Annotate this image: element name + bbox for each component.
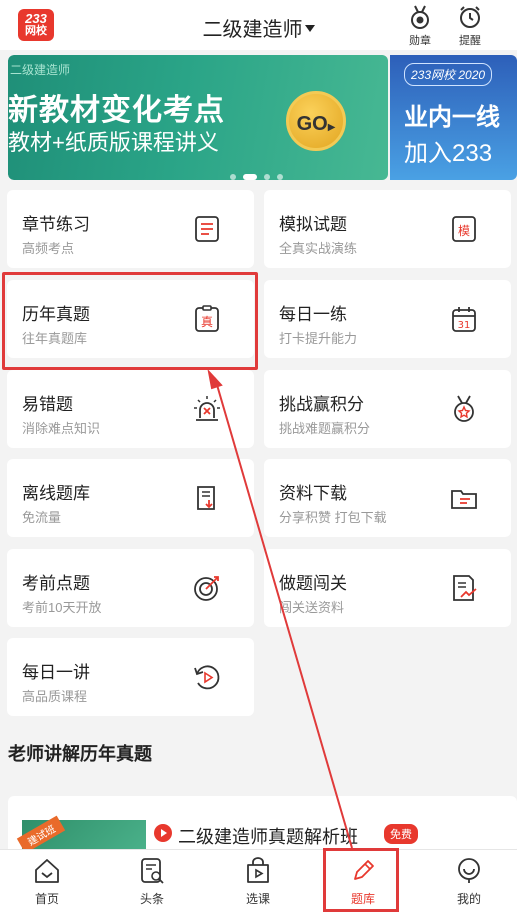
remind-button[interactable]: 提醒 — [452, 4, 488, 48]
promo-banner[interactable]: 二级建造师 新教材变化考点 教材+纸质版课程讲义 GO▶ 233网校 2020 … — [8, 55, 517, 180]
card-title: 考前点题 — [22, 574, 90, 593]
card-subtitle: 消除难点知识 — [22, 421, 101, 436]
card-material-download[interactable]: 资料下载 分享积赞 打包下载 — [264, 459, 511, 537]
caret-down-icon[interactable] — [304, 25, 315, 33]
nav-profile[interactable]: 我的 — [439, 856, 499, 907]
exam-title[interactable]: 二级建造师 — [203, 19, 303, 41]
mock-exam-icon: 模 — [452, 216, 476, 242]
home-icon — [35, 859, 59, 883]
course-card[interactable]: 建试班 二级建造师真题解析班 免费 — [8, 796, 517, 854]
alarm-icon — [194, 396, 220, 421]
banner-headline: 新教材变化考点 — [8, 94, 225, 127]
exam-selector[interactable]: 二级建造师 — [0, 13, 517, 42]
card-subtitle: 高品质课程 — [22, 689, 88, 704]
highlight-box-past-exams — [2, 272, 258, 370]
nav-label: 头条 — [139, 892, 164, 906]
replay-icon — [194, 665, 220, 690]
banner-next-line1: 业内一线 — [404, 104, 500, 131]
banner-subline: 教材+纸质版课程讲义 — [8, 130, 219, 155]
calendar-icon-text: 31 — [458, 320, 471, 331]
card-subtitle: 考前10天开放 — [22, 600, 102, 615]
nav-label: 选课 — [245, 892, 270, 906]
card-error-prone[interactable]: 易错题 消除难点知识 — [7, 370, 254, 448]
card-subtitle: 打卡提升能力 — [279, 331, 358, 346]
top-header: 233 网校 二级建造师 勋章 提醒 — [0, 0, 517, 50]
card-subtitle: 全真实战演练 — [279, 241, 358, 256]
card-subtitle: 挑战难题赢积分 — [279, 421, 371, 436]
nav-news[interactable]: 头条 — [122, 856, 182, 907]
nav-home[interactable]: 首页 — [17, 856, 77, 907]
card-subtitle: 闯关送资料 — [279, 600, 345, 615]
card-pre-exam-tips[interactable]: 考前点题 考前10天开放 — [7, 549, 254, 627]
medal-button[interactable]: 勋章 — [402, 4, 438, 48]
download-doc-icon — [197, 486, 215, 510]
card-title: 离线题库 — [22, 484, 90, 503]
course-bag-icon — [247, 857, 269, 883]
calendar-icon: 31 — [452, 307, 476, 332]
card-daily-practice[interactable]: 每日一练 打卡提升能力 31 — [264, 280, 511, 358]
banner-go-button[interactable]: GO▶ — [286, 91, 346, 151]
free-badge: 免费 — [384, 824, 418, 844]
remind-label: 提醒 — [459, 35, 481, 47]
banner-next-line2: 加入233 — [404, 140, 493, 167]
chart-doc-icon — [453, 575, 477, 601]
nav-label: 我的 — [456, 892, 481, 906]
highlight-box-nav-question-bank — [323, 848, 399, 912]
banner-slide-next[interactable]: 233网校 2020 业内一线 加入233 — [390, 55, 517, 180]
profile-icon — [458, 858, 480, 883]
mock-icon-text: 模 — [458, 224, 470, 238]
card-daily-lecture[interactable]: 每日一讲 高品质课程 — [7, 638, 254, 716]
card-mock-exam[interactable]: 模拟试题 全真实战演练 模 — [264, 190, 511, 268]
banner-slide-main[interactable]: 二级建造师 新教材变化考点 教材+纸质版课程讲义 GO▶ — [8, 55, 388, 180]
nav-courses[interactable]: 选课 — [228, 856, 288, 907]
banner-pagination — [230, 168, 290, 180]
course-title[interactable]: 二级建造师真题解析班 — [178, 823, 358, 849]
banner-tag: 二级建造师 — [10, 63, 71, 77]
banner-dot-active[interactable] — [243, 173, 257, 180]
medal-icon — [411, 5, 429, 29]
banner-next-logo: 233网校 2020 — [404, 63, 493, 86]
card-subtitle: 高频考点 — [22, 241, 75, 256]
list-doc-icon — [195, 216, 219, 242]
play-icon[interactable] — [154, 824, 172, 842]
card-title: 每日一讲 — [22, 663, 90, 682]
banner-dot[interactable] — [277, 173, 283, 180]
card-title: 章节练习 — [22, 215, 90, 234]
news-icon — [141, 858, 164, 884]
card-title: 模拟试题 — [279, 215, 347, 234]
nav-label: 首页 — [34, 892, 59, 906]
target-icon — [194, 576, 219, 601]
card-offline-bank[interactable]: 离线题库 免流量 — [7, 459, 254, 537]
card-subtitle: 免流量 — [22, 510, 62, 525]
card-title: 易错题 — [22, 395, 73, 414]
card-subtitle: 分享积赞 打包下载 — [279, 510, 387, 525]
folder-icon — [451, 490, 477, 509]
alarm-clock-icon — [460, 6, 480, 28]
card-title: 做题闯关 — [279, 574, 347, 593]
thumb-label: 建试班 — [16, 815, 66, 854]
card-level-challenge[interactable]: 做题闯关 闯关送资料 — [264, 549, 511, 627]
card-title: 资料下载 — [279, 484, 347, 503]
go-label: GO — [296, 113, 328, 135]
bottom-nav: 首页 头条 选课 题库 我的 — [0, 849, 517, 915]
banner-dot[interactable] — [230, 173, 236, 180]
banner-dot[interactable] — [264, 173, 270, 180]
section-title: 老师讲解历年真题 — [8, 744, 152, 764]
card-title: 每日一练 — [279, 305, 347, 324]
card-chapter-practice[interactable]: 章节练习 高频考点 — [7, 190, 254, 268]
medal-label: 勋章 — [409, 35, 431, 47]
card-title: 挑战赢积分 — [279, 395, 364, 414]
medal-star-icon — [454, 395, 474, 422]
card-challenge-points[interactable]: 挑战赢积分 挑战难题赢积分 — [264, 370, 511, 448]
